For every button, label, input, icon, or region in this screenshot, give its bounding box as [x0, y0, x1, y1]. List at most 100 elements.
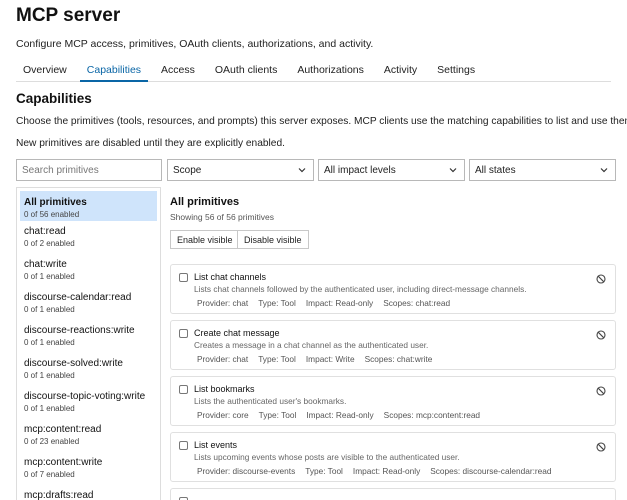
primitive-scopes: Scopes: chat:read [383, 298, 451, 308]
sidebar-item-label: All primitives [24, 197, 87, 208]
primitive-provider: Provider: chat [197, 298, 249, 308]
primitive-list: List chat channels Lists chat channels f… [170, 264, 616, 500]
primitives-count: Showing 56 of 56 primitives [170, 212, 274, 222]
primitive-scopes: Scopes: discourse-calendar:read [430, 466, 552, 476]
sidebar-item-chat-write[interactable]: chat:write 0 of 1 enabled [17, 254, 160, 287]
primitive-provider: Provider: discourse-events [197, 466, 296, 476]
primitive-description: Lists the authenticated user's bookmarks… [194, 396, 347, 406]
page-description: Configure MCP access, primitives, OAuth … [16, 38, 374, 50]
sidebar-item-count: 0 of 56 enabled [24, 210, 80, 219]
impact-select-value: All impact levels [324, 164, 396, 176]
sidebar-item-label: discourse-topic-voting:write [24, 391, 146, 402]
primitive-card [170, 488, 616, 500]
state-select[interactable]: All states [469, 159, 616, 181]
disabled-icon[interactable] [596, 442, 606, 452]
sidebar-item-count: 0 of 1 enabled [24, 305, 75, 314]
sidebar-item-discourse-calendar-read[interactable]: discourse-calendar:read 0 of 1 enabled [17, 287, 160, 320]
sidebar-item-discourse-reactions-write[interactable]: discourse-reactions:write 0 of 1 enabled [17, 320, 160, 353]
disabled-icon[interactable] [596, 274, 606, 284]
primitive-checkbox[interactable] [179, 441, 188, 450]
scope-sidebar: All primitives 0 of 56 enabled chat:read… [16, 187, 161, 500]
scope-select-value: Scope [173, 164, 202, 176]
primitive-card: Create chat message Creates a message in… [170, 320, 616, 370]
enable-visible-button[interactable]: Enable visible [170, 230, 240, 249]
disabled-icon[interactable] [596, 386, 606, 396]
sidebar-item-count: 0 of 1 enabled [24, 404, 75, 413]
chevron-down-icon [600, 168, 608, 173]
tab-settings[interactable]: Settings [430, 58, 482, 82]
disabled-icon[interactable] [596, 330, 606, 340]
sidebar-item-count: 0 of 23 enabled [24, 437, 80, 446]
tab-activity[interactable]: Activity [377, 58, 424, 82]
sidebar-item-mcp-content-write[interactable]: mcp:content:write 0 of 7 enabled [17, 452, 160, 485]
sidebar-item-mcp-content-read[interactable]: mcp:content:read 0 of 23 enabled [17, 419, 160, 452]
sidebar-item-mcp-drafts-read[interactable]: mcp:drafts:read [17, 485, 160, 500]
tab-oauth-clients[interactable]: OAuth clients [208, 58, 284, 82]
section-title: Capabilities [16, 91, 92, 106]
sidebar-item-label: discourse-reactions:write [24, 325, 135, 336]
primitive-scopes: Scopes: chat:write [364, 354, 433, 364]
sidebar-item-label: chat:read [24, 226, 66, 237]
section-description: Choose the primitives (tools, resources,… [16, 116, 627, 127]
tab-authorizations[interactable]: Authorizations [290, 58, 371, 82]
primitive-meta: Provider: chat Type: Tool Impact: Read-o… [197, 298, 460, 308]
primitive-meta: Provider: discourse-events Type: Tool Im… [197, 466, 562, 476]
primitive-name: List events [194, 440, 238, 450]
primitive-checkbox[interactable] [179, 273, 188, 282]
page-title: MCP server [16, 5, 121, 26]
sidebar-item-label: mcp:drafts:read [24, 490, 94, 500]
primitive-impact: Impact: Write [305, 354, 355, 364]
primitive-provider: Provider: chat [197, 354, 249, 364]
primitive-name: List bookmarks [194, 384, 255, 394]
disable-visible-button[interactable]: Disable visible [237, 230, 309, 249]
sidebar-item-count: 0 of 1 enabled [24, 338, 75, 347]
sidebar-item-discourse-topic-voting-write[interactable]: discourse-topic-voting:write 0 of 1 enab… [17, 386, 160, 419]
primitive-checkbox[interactable] [179, 329, 188, 338]
sidebar-item-all-primitives[interactable]: All primitives 0 of 56 enabled [20, 191, 157, 221]
primitive-meta: Provider: core Type: Tool Impact: Read-o… [197, 410, 490, 420]
tab-capabilities[interactable]: Capabilities [79, 58, 149, 82]
sidebar-item-count: 0 of 1 enabled [24, 371, 75, 380]
primitives-heading: All primitives [170, 196, 240, 208]
sidebar-item-label: mcp:content:write [24, 457, 103, 468]
sidebar-item-label: mcp:content:read [24, 424, 102, 435]
primitive-description: Lists upcoming events whose posts are vi… [194, 452, 460, 462]
sidebar-item-discourse-solved-write[interactable]: discourse-solved:write 0 of 1 enabled [17, 353, 160, 386]
primitive-description: Lists chat channels followed by the auth… [194, 284, 527, 294]
tab-overview[interactable]: Overview [16, 58, 74, 82]
primitive-type: Type: Tool [258, 298, 296, 308]
primitive-meta: Provider: chat Type: Tool Impact: Write … [197, 354, 442, 364]
sidebar-item-label: discourse-solved:write [24, 358, 123, 369]
primitive-impact: Impact: Read-only [306, 410, 374, 420]
primitive-name: List chat channels [194, 272, 267, 282]
tab-access[interactable]: Access [154, 58, 202, 82]
primitive-type: Type: Tool [258, 410, 297, 420]
primitive-type: Type: Tool [305, 466, 343, 476]
scope-select[interactable]: Scope [167, 159, 314, 181]
primitive-description: Creates a message in a chat channel as t… [194, 340, 429, 350]
primitive-scopes: Scopes: mcp:content:read [383, 410, 481, 420]
primitive-card: List events Lists upcoming events whose … [170, 432, 616, 482]
sidebar-item-label: chat:write [24, 259, 67, 270]
primitive-type: Type: Tool [258, 354, 296, 364]
primitive-impact: Impact: Read-only [305, 298, 374, 308]
tab-bar: Overview Capabilities Access OAuth clien… [16, 58, 611, 82]
primitive-impact: Impact: Read-only [352, 466, 421, 476]
state-select-value: All states [475, 164, 516, 176]
sidebar-item-count: 0 of 2 enabled [24, 239, 75, 248]
section-note: New primitives are disabled until they a… [16, 138, 285, 149]
sidebar-item-count: 0 of 1 enabled [24, 272, 75, 281]
primitive-card: List bookmarks Lists the authenticated u… [170, 376, 616, 426]
sidebar-item-count: 0 of 7 enabled [24, 470, 75, 479]
chevron-down-icon [298, 168, 306, 173]
impact-select[interactable]: All impact levels [318, 159, 465, 181]
chevron-down-icon [449, 168, 457, 173]
search-box [16, 159, 162, 181]
sidebar-item-chat-read[interactable]: chat:read 0 of 2 enabled [17, 221, 160, 254]
sidebar-item-label: discourse-calendar:read [24, 292, 132, 303]
primitive-name: Create chat message [194, 328, 280, 338]
search-input[interactable] [17, 160, 161, 180]
primitive-checkbox[interactable] [179, 385, 188, 394]
primitive-card: List chat channels Lists chat channels f… [170, 264, 616, 314]
primitive-provider: Provider: core [197, 410, 249, 420]
